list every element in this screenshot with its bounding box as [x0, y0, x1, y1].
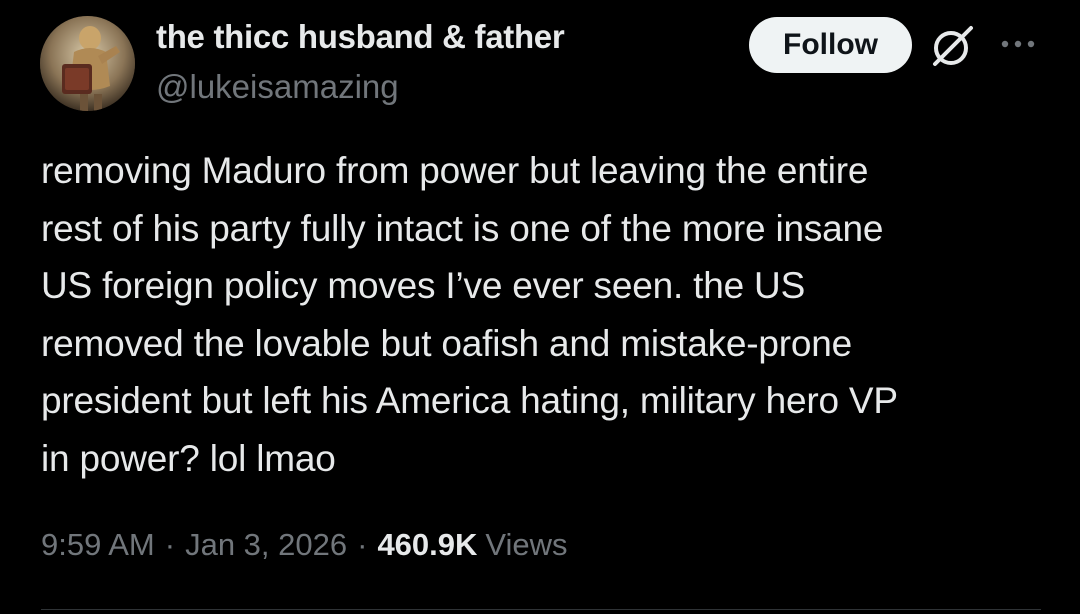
tweet-time[interactable]: 9:59 AM: [41, 527, 155, 563]
tweet-metadata: 9:59 AM · Jan 3, 2026 · 460.9K Views: [41, 527, 568, 563]
divider: [41, 609, 1041, 610]
tweet-date[interactable]: Jan 3, 2026: [185, 527, 347, 563]
avatar-image: [40, 16, 135, 111]
follow-button[interactable]: Follow: [749, 17, 912, 73]
views-count[interactable]: 460.9K: [377, 527, 477, 563]
author-handle[interactable]: @lukeisamazing: [156, 68, 399, 106]
grok-icon[interactable]: [929, 22, 977, 70]
separator: ·: [357, 527, 368, 562]
views-label: Views: [485, 527, 568, 562]
more-icon[interactable]: [998, 36, 1038, 52]
separator: ·: [164, 527, 176, 562]
avatar[interactable]: [40, 16, 135, 111]
author-display-name[interactable]: the thicc husband & father: [156, 18, 565, 56]
tweet-text: removing Maduro from power but leaving t…: [41, 150, 898, 479]
